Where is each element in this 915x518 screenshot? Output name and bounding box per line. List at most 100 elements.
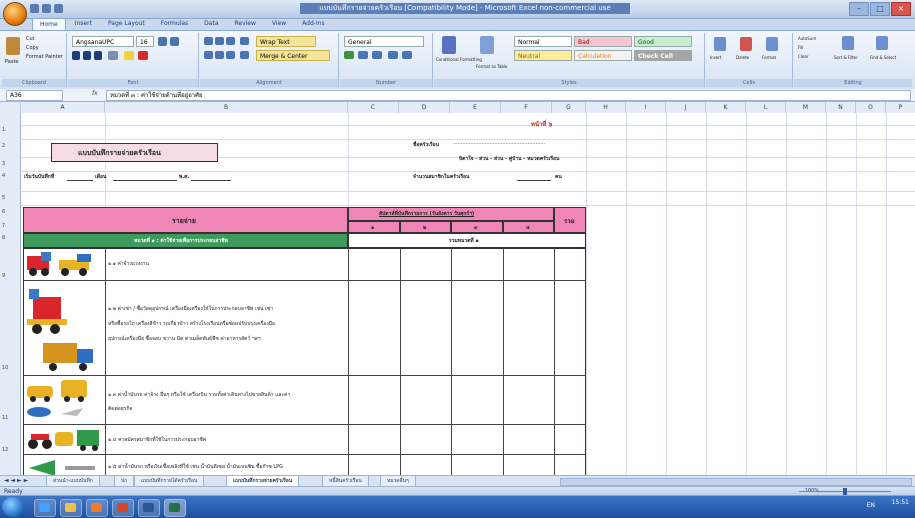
format-as-table-button[interactable]: Format as Table — [476, 64, 508, 69]
align-top-icon[interactable] — [204, 37, 213, 45]
font-size-select[interactable]: 16 — [136, 36, 154, 47]
sort-filter-button[interactable]: Sort & Filter — [834, 55, 858, 60]
start-button[interactable] — [2, 497, 24, 517]
column-header[interactable]: J — [666, 102, 706, 113]
row-header[interactable]: 4 — [0, 173, 20, 179]
align-left-icon[interactable] — [204, 51, 213, 59]
currency-icon[interactable] — [344, 51, 354, 59]
align-bottom-icon[interactable] — [226, 37, 235, 45]
autosum-button[interactable]: AutoSum — [798, 36, 816, 41]
align-middle-icon[interactable] — [215, 37, 224, 45]
close-icon[interactable]: × — [891, 2, 911, 16]
formula-input[interactable]: หมวดที่ ๓ : ค่าใช้จ่ายด้านที่อยู่อาศัย — [106, 90, 911, 101]
row-header[interactable]: 1 — [0, 127, 20, 133]
format-painter-button[interactable]: Format Painter — [26, 54, 63, 60]
tab-home[interactable]: Home — [32, 18, 66, 30]
column-header[interactable]: L — [746, 102, 786, 113]
style-neutral[interactable]: Neutral — [514, 50, 572, 61]
tab-data[interactable]: Data — [197, 18, 225, 30]
maximize-icon[interactable]: □ — [870, 2, 890, 16]
row-header[interactable]: 10 — [0, 365, 20, 371]
paste-button[interactable]: Paste — [5, 59, 19, 65]
font-color-icon[interactable] — [138, 51, 148, 60]
clear-button[interactable]: Clear — [798, 54, 808, 59]
indent-icon[interactable] — [240, 51, 249, 59]
row-header[interactable]: 8 — [0, 235, 20, 241]
underline-icon[interactable] — [94, 51, 102, 60]
shrink-font-icon[interactable] — [170, 37, 179, 46]
column-header[interactable]: H — [586, 102, 626, 113]
cut-button[interactable]: Cut — [26, 36, 35, 42]
bold-icon[interactable] — [72, 51, 80, 60]
orientation-icon[interactable] — [240, 37, 249, 45]
column-header[interactable]: B — [105, 102, 348, 113]
row-header[interactable]: 2 — [0, 143, 20, 149]
row-header[interactable]: 7 — [0, 223, 20, 229]
taskbar-clock[interactable]: 15:51 — [892, 499, 909, 507]
conditional-formatting-button[interactable]: Conditional Formatting — [436, 57, 482, 62]
style-bad[interactable]: Bad — [574, 36, 632, 47]
fx-icon[interactable]: fx — [92, 90, 98, 97]
insert-cells-icon[interactable] — [714, 37, 726, 51]
conditional-formatting-icon[interactable] — [442, 36, 456, 54]
row-header[interactable]: 3 — [0, 161, 20, 167]
row-header[interactable]: 9 — [0, 273, 20, 279]
column-header[interactable]: K — [706, 102, 746, 113]
italic-icon[interactable] — [83, 51, 91, 60]
column-header[interactable]: D — [399, 102, 450, 113]
style-check-cell[interactable]: Check Cell — [634, 50, 692, 61]
taskbar-explorer[interactable] — [60, 499, 82, 517]
align-center-icon[interactable] — [215, 51, 224, 59]
find-select-icon[interactable] — [876, 36, 888, 50]
delete-cells-icon[interactable] — [740, 37, 752, 51]
column-header[interactable]: P — [886, 102, 915, 113]
redo-icon[interactable] — [54, 4, 63, 13]
select-all-corner[interactable] — [0, 102, 21, 113]
find-select-button[interactable]: Find & Select — [870, 55, 896, 60]
row-header[interactable]: 12 — [0, 447, 20, 453]
undo-icon[interactable] — [42, 4, 51, 13]
save-icon[interactable] — [30, 4, 39, 13]
wrap-text-button[interactable]: Wrap Text — [256, 36, 316, 47]
row-header[interactable]: 6 — [0, 209, 20, 215]
copy-button[interactable]: Copy — [26, 45, 39, 51]
delete-cells-button[interactable]: Delete — [736, 55, 749, 60]
taskbar-media[interactable] — [86, 499, 108, 517]
worksheet[interactable]: หน้าที่ ๖ แบบบันทึกรายจ่ายครัวเรือน ชื่อ… — [21, 113, 915, 475]
paste-icon[interactable] — [6, 37, 20, 55]
tab-review[interactable]: Review — [228, 18, 263, 30]
column-header[interactable]: G — [552, 102, 586, 113]
format-cells-icon[interactable] — [766, 37, 778, 51]
style-calculation[interactable]: Calculation — [574, 50, 632, 61]
borders-icon[interactable] — [108, 51, 118, 60]
format-cells-button[interactable]: Format — [762, 55, 776, 60]
column-header[interactable]: A — [21, 102, 105, 113]
percent-icon[interactable] — [358, 51, 368, 59]
merge-center-button[interactable]: Merge & Center — [256, 50, 330, 61]
column-header[interactable]: N — [826, 102, 856, 113]
format-as-table-icon[interactable] — [480, 36, 494, 54]
name-box[interactable]: A36 — [6, 90, 63, 101]
column-header[interactable]: M — [786, 102, 826, 113]
minimize-icon[interactable]: – — [849, 2, 869, 16]
system-tray-lang[interactable]: EN — [867, 502, 875, 509]
grow-font-icon[interactable] — [158, 37, 167, 46]
tab-page-layout[interactable]: Page Layout — [101, 18, 152, 30]
tab-add-ins[interactable]: Add-Ins — [295, 18, 331, 30]
tab-view[interactable]: View — [265, 18, 293, 30]
align-right-icon[interactable] — [226, 51, 235, 59]
fill-color-icon[interactable] — [124, 51, 134, 60]
fill-button[interactable]: Fill — [798, 45, 803, 50]
column-header[interactable]: I — [626, 102, 666, 113]
tab-insert[interactable]: Insert — [68, 18, 99, 30]
taskbar-word[interactable] — [138, 499, 160, 517]
insert-cells-button[interactable]: Insert — [710, 55, 721, 60]
tab-formulas[interactable]: Formulas — [154, 18, 195, 30]
comma-icon[interactable] — [372, 51, 382, 59]
font-name-select[interactable]: AngsanaUPC — [72, 36, 134, 47]
taskbar-excel[interactable] — [164, 499, 186, 517]
column-header[interactable]: E — [450, 102, 501, 113]
tab-scroll-arrows-icon[interactable]: ◄ ◄ ► ► — [4, 477, 28, 484]
column-header[interactable]: C — [348, 102, 399, 113]
column-header[interactable]: O — [856, 102, 886, 113]
